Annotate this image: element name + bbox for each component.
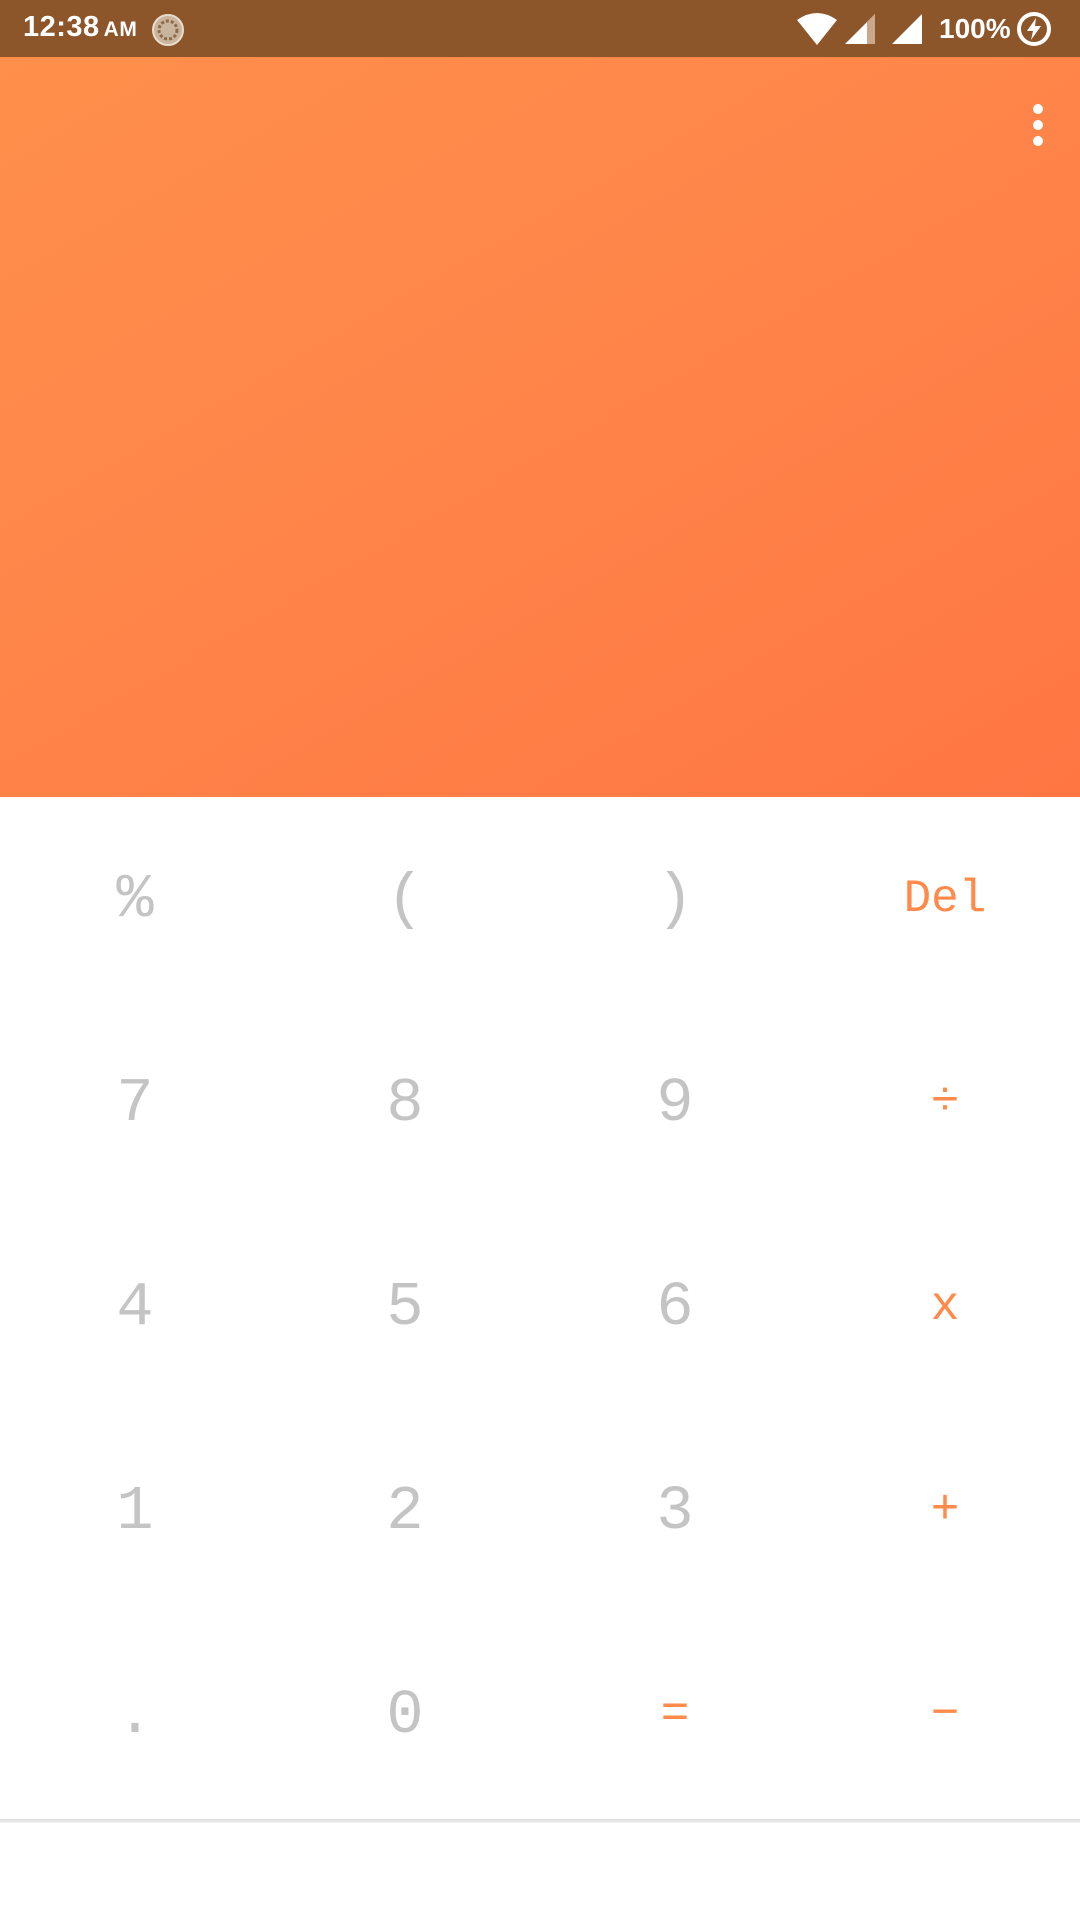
status-bar: 12:38 AM 100% xyxy=(0,0,1080,57)
multiply-button[interactable]: x xyxy=(810,1205,1080,1409)
key-0[interactable]: 0 xyxy=(270,1613,540,1817)
status-time: 12:38 AM xyxy=(23,11,138,43)
delete-button[interactable]: Del xyxy=(810,797,1080,1001)
subtract-button[interactable]: − xyxy=(810,1613,1080,1817)
charging-icon xyxy=(1017,12,1051,46)
key-8[interactable]: 8 xyxy=(270,1001,540,1205)
calculator-display xyxy=(0,57,1080,797)
key-3[interactable]: 3 xyxy=(540,1409,810,1613)
key-decimal[interactable]: . xyxy=(0,1613,270,1817)
signal-icon xyxy=(892,14,922,44)
key-6[interactable]: 6 xyxy=(540,1205,810,1409)
calculator-screen: 12:38 AM 100% % ( ) Del 7 8 9 ÷ 4 5 6 x … xyxy=(0,0,1080,1920)
key-percent[interactable]: % xyxy=(0,797,270,1001)
more-vert-icon[interactable] xyxy=(1010,93,1066,157)
status-ampm: AM xyxy=(103,18,138,41)
battery-percent: 100% xyxy=(939,13,1011,44)
wifi-icon xyxy=(797,13,837,45)
key-open-paren[interactable]: ( xyxy=(270,797,540,1001)
keypad: % ( ) Del 7 8 9 ÷ 4 5 6 x 1 2 3 + . 0 = … xyxy=(0,797,1080,1820)
key-5[interactable]: 5 xyxy=(270,1205,540,1409)
divide-button[interactable]: ÷ xyxy=(810,1001,1080,1205)
key-9[interactable]: 9 xyxy=(540,1001,810,1205)
key-7[interactable]: 7 xyxy=(0,1001,270,1205)
key-2[interactable]: 2 xyxy=(270,1409,540,1613)
equals-button[interactable]: = xyxy=(540,1613,810,1817)
add-button[interactable]: + xyxy=(810,1409,1080,1613)
key-1[interactable]: 1 xyxy=(0,1409,270,1613)
sync-notification-icon xyxy=(152,14,184,46)
key-4[interactable]: 4 xyxy=(0,1205,270,1409)
key-close-paren[interactable]: ) xyxy=(540,797,810,1001)
signal-icon xyxy=(845,14,875,44)
bottom-area xyxy=(0,1823,1080,1920)
